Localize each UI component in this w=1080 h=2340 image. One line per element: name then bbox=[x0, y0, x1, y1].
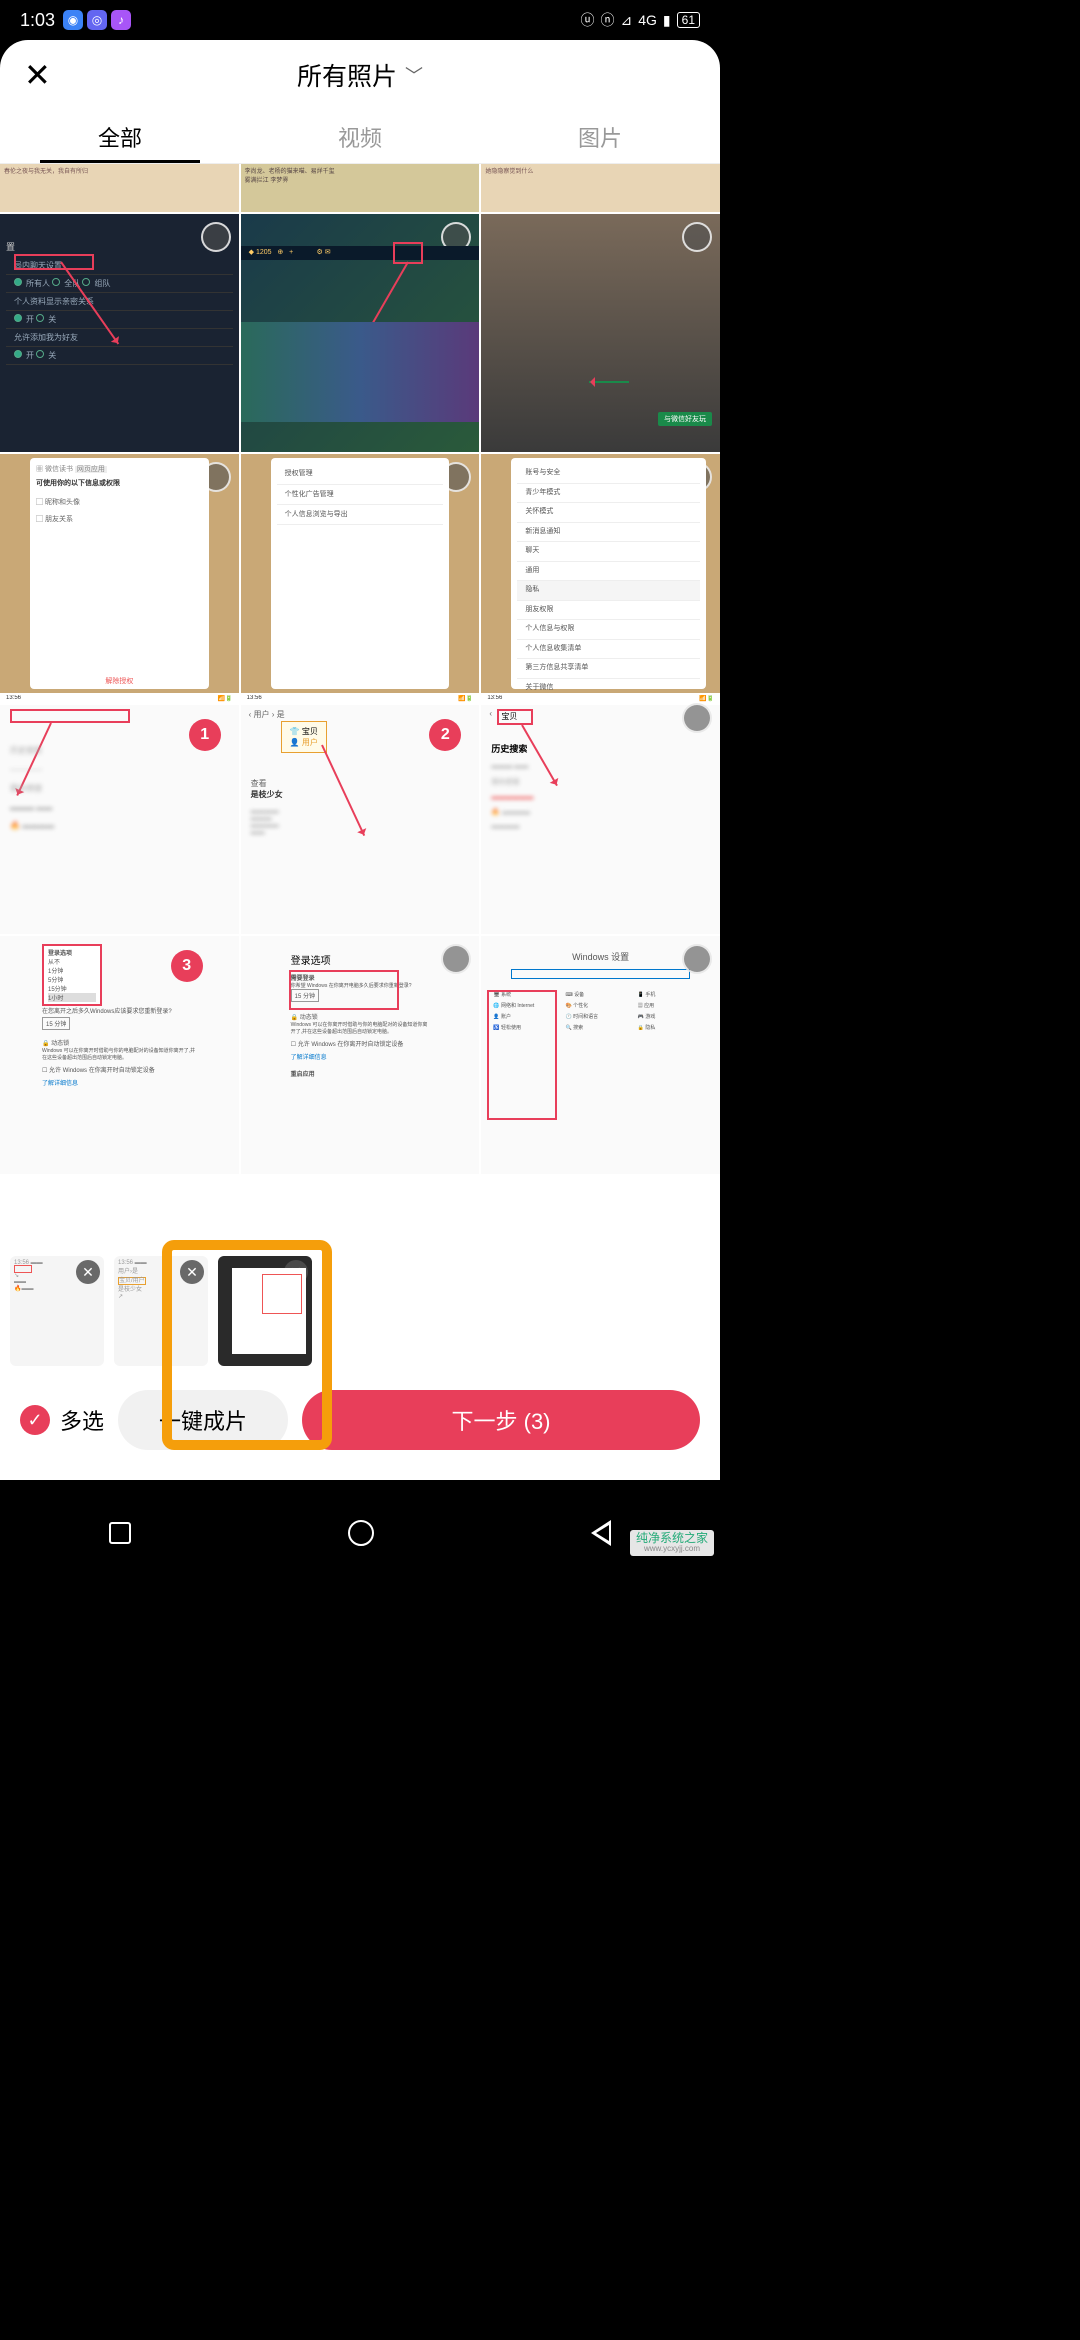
close-button[interactable]: ✕ bbox=[24, 56, 51, 94]
grid-cell[interactable]: 13:56📶🔋 1 历史搜索————猜你想搜▬▬▬ ▬▬🔥 ▬▬▬▬ bbox=[0, 695, 239, 934]
status-app-icon-2: ◎ bbox=[87, 10, 107, 30]
grid-cell[interactable]: 授权管理 个性化广告管理 个人信息浏览与导出 bbox=[241, 454, 480, 693]
grid-cell[interactable]: 3 登录选项 从不1分钟5分钟15分钟 1小时 在您离开之后多久Windows应… bbox=[0, 936, 239, 1175]
remove-thumb-button[interactable]: ✕ bbox=[76, 1260, 100, 1284]
tab-image[interactable]: 图片 bbox=[480, 110, 720, 163]
status-time: 1:03 bbox=[20, 10, 55, 31]
select-circle[interactable] bbox=[441, 944, 471, 974]
home-button[interactable] bbox=[348, 1520, 374, 1546]
hd-icon: ⓤ bbox=[581, 10, 595, 30]
bottom-bar: ✓ 多选 一键成片 下一步 (3) bbox=[0, 1380, 720, 1460]
selected-thumb[interactable]: ✕ 13:56 ▬▬ ↘▬▬🔥▬▬ bbox=[10, 1256, 104, 1366]
check-icon: ✓ bbox=[20, 1405, 50, 1435]
chevron-down-icon: ﹀ bbox=[405, 62, 423, 88]
picker-panel: ✕ 所有照片 ﹀ 全部 视频 图片 春伦之夜与我无关，我自有所归 李尚龙、老杨的… bbox=[0, 40, 720, 1480]
grid-cell[interactable]: 李尚龙、老杨的猫来喵、易烊千玺雾满拦江 李梦霁 bbox=[241, 164, 480, 212]
recents-button[interactable] bbox=[109, 1522, 131, 1544]
select-circle[interactable] bbox=[682, 222, 712, 252]
grid-cell[interactable]: 13:56📶🔋 ‹ 宝贝 历史搜索 ▬▬▬ ▬▬猜你想搜▬▬▬▬▬▬🔥 ▬▬▬▬… bbox=[481, 695, 720, 934]
status-bar: 1:03 ◉ ◎ ♪ ⓤ ⓝ ⊿ 4G ▮ 61 bbox=[0, 0, 720, 40]
grid-cell[interactable]: ◆ 1205 ⊕ + ⚙ ✉ bbox=[241, 214, 480, 453]
select-circle[interactable] bbox=[682, 703, 712, 733]
grid-cell[interactable]: 账号与安全 青少年模式 关怀模式 新消息通知 聊天 通用 隐私 朋友权限 个人信… bbox=[481, 454, 720, 693]
album-dropdown[interactable]: 所有照片 ﹀ bbox=[297, 57, 423, 93]
header: ✕ 所有照片 ﹀ bbox=[0, 40, 720, 110]
signal-bars-icon: ▮ bbox=[663, 12, 671, 29]
selected-strip: ✕ 13:56 ▬▬ ↘▬▬🔥▬▬ ✕ 13:56 ▬▬用户›是宝贝/用户是枝少… bbox=[0, 1242, 720, 1372]
battery-indicator: 61 bbox=[677, 12, 700, 28]
multiselect-label: 多选 bbox=[60, 1404, 104, 1436]
nfc-icon: ⓝ bbox=[601, 10, 615, 30]
next-button[interactable]: 下一步 (3) bbox=[302, 1390, 700, 1450]
grid-cell[interactable]: 与微信好友玩 bbox=[481, 214, 720, 453]
grid-cell[interactable]: 置 局内聊天设置 所有人 全队 组队 个人资料显示亲密关系 开 关 允许添加我为… bbox=[0, 214, 239, 453]
photo-grid: 春伦之夜与我无关，我自有所归 李尚龙、老杨的猫来喵、易烊千玺雾满拦江 李梦霁 她… bbox=[0, 164, 720, 1174]
tutorial-highlight bbox=[162, 1240, 332, 1450]
tab-video[interactable]: 视频 bbox=[240, 110, 480, 163]
select-circle[interactable] bbox=[682, 944, 712, 974]
tabs: 全部 视频 图片 bbox=[0, 110, 720, 164]
watermark: 纯净系统之家 www.ycxyjj.com bbox=[630, 1530, 714, 1556]
select-circle[interactable] bbox=[201, 222, 231, 252]
multiselect-toggle[interactable]: ✓ 多选 bbox=[20, 1404, 104, 1436]
album-title: 所有照片 bbox=[297, 57, 397, 93]
grid-cell[interactable]: 春伦之夜与我无关，我自有所归 bbox=[0, 164, 239, 212]
grid-cell[interactable]: ▦ 微信读书 网页应用 可使用你的以下信息或权限 ▢ 昵称和头像 ▢ 朋友关系 … bbox=[0, 454, 239, 693]
grid-cell[interactable]: 她隐隐察觉到什么 bbox=[481, 164, 720, 212]
grid-cell[interactable]: Windows 设置 🖥 系统⌨ 设备📱 手机 🌐 网络和 Internet🎨 … bbox=[481, 936, 720, 1175]
signal-icon: 4G bbox=[638, 12, 657, 28]
step-badge: 3 bbox=[171, 950, 203, 982]
grid-cell[interactable]: 13:56📶🔋 ‹ 用户 › 是 👕 宝贝 👤 用户 2 查看是枝少女 ▬▬▬▬… bbox=[241, 695, 480, 934]
wifi-icon: ⊿ bbox=[621, 12, 633, 29]
back-button[interactable] bbox=[591, 1520, 611, 1546]
system-nav-bar bbox=[0, 1506, 720, 1560]
tab-all[interactable]: 全部 bbox=[0, 110, 240, 163]
grid-cell[interactable]: 登录选项 需要登录 你希望 Windows 在你离开电脑多久后要求你重新登录? … bbox=[241, 936, 480, 1175]
status-app-icon-3: ♪ bbox=[111, 10, 131, 30]
status-app-icon-1: ◉ bbox=[63, 10, 83, 30]
